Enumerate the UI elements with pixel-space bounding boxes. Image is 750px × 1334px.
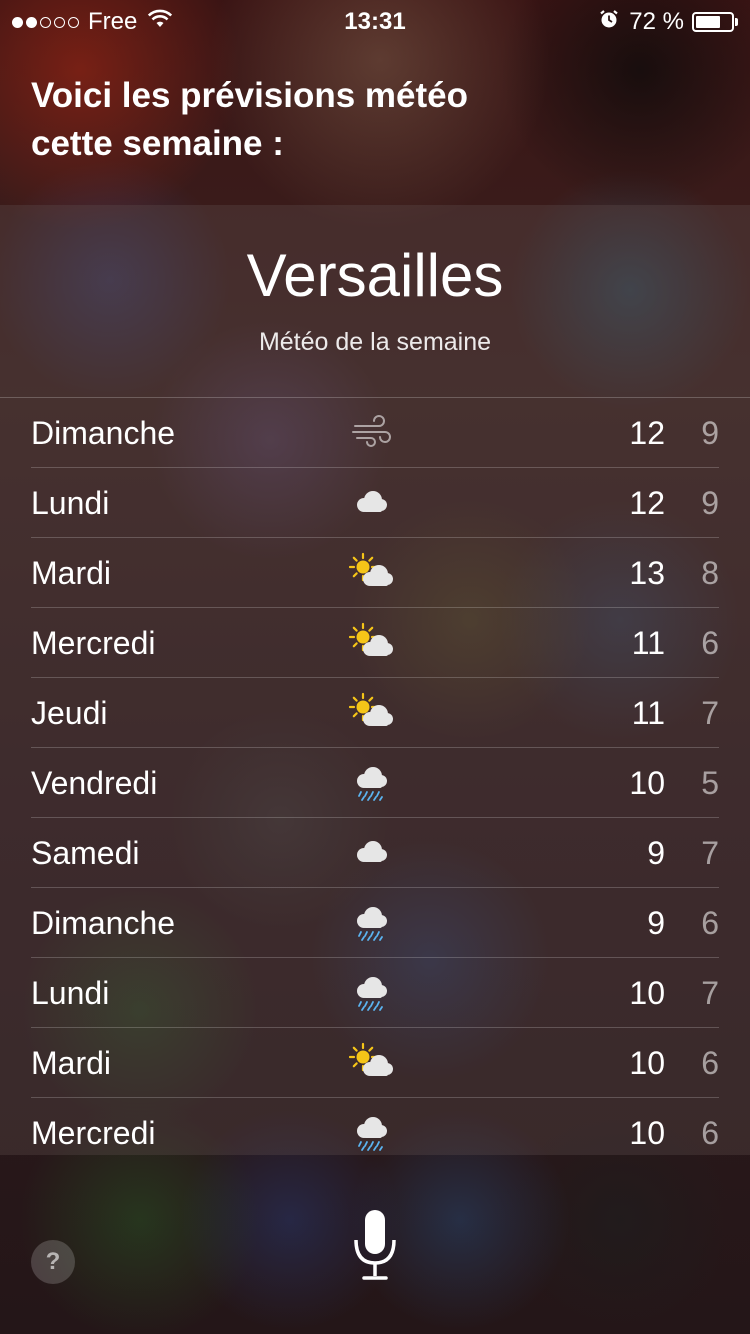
high-temperature: 10 [629, 1045, 665, 1081]
battery-tip [735, 18, 738, 26]
siri-response-line: cette semaine : [31, 124, 284, 163]
microphone-icon [354, 1210, 396, 1280]
cloud-icon [349, 482, 397, 522]
forecast-row: Mercredi 11 6 [31, 608, 719, 678]
high-temperature: 10 [629, 1115, 665, 1151]
day-name: Mardi [31, 555, 112, 591]
city-name: Versailles [246, 242, 504, 309]
day-name: Mercredi [31, 625, 156, 661]
battery-icon [692, 12, 734, 32]
forecast-row: Samedi 97 [31, 818, 719, 888]
forecast-row: Lundi 10 7 [31, 958, 719, 1028]
low-temperature: 6 [701, 1115, 719, 1151]
high-temperature: 10 [629, 765, 665, 801]
siri-response-line: Voici les prévisions météo [31, 76, 469, 115]
partly-sunny-icon [348, 692, 397, 732]
day-name: Vendredi [31, 765, 158, 801]
high-temperature: 11 [631, 625, 665, 661]
siri-response: Voici les prévisions météo cette semaine… [31, 72, 711, 168]
forecast-row: Dimanche 96 [31, 888, 719, 958]
low-temperature: 9 [701, 415, 719, 451]
battery-percentage: 72 % [629, 8, 684, 35]
low-temperature: 6 [701, 1045, 719, 1081]
high-temperature: 11 [631, 695, 665, 731]
battery-level [696, 16, 721, 28]
partly-sunny-icon [348, 552, 397, 592]
low-temperature: 7 [701, 695, 719, 731]
status-right: 72 % [599, 8, 738, 36]
rain-icon [349, 1112, 397, 1152]
weather-subtitle: Météo de la semaine [258, 328, 492, 356]
day-name: Mardi [31, 1045, 112, 1081]
day-name: Samedi [31, 835, 140, 871]
status-bar: Free 13:31 72 % [0, 0, 750, 40]
rain-icon [349, 972, 397, 1012]
cloud-icon [349, 832, 397, 872]
day-name: Lundi [31, 485, 110, 521]
low-temperature: 6 [701, 905, 719, 941]
day-name: Mercredi [31, 1115, 156, 1151]
high-temperature: 12 [629, 485, 665, 521]
low-temperature: 8 [701, 555, 719, 591]
alarm-icon [599, 8, 619, 36]
forecast-row: Vendredi 10 5 [31, 748, 719, 818]
forecast-row: Mardi 13 8 [31, 538, 719, 608]
low-temperature: 7 [701, 835, 719, 871]
forecast-row: Jeudi 11 7 [31, 678, 719, 748]
partly-sunny-icon [348, 1042, 397, 1082]
weather-card[interactable]: Versailles Météo de la semaine Dimanche … [0, 205, 750, 1155]
forecast-row: Lundi 12 9 [31, 468, 719, 538]
low-temperature: 9 [701, 485, 719, 521]
high-temperature: 9 [647, 835, 665, 871]
day-name: Dimanche [31, 905, 176, 941]
forecast-list: Dimanche 12 9 Lundi 12 9 Mardi 13 8 Mercredi 1… [0, 398, 750, 1155]
high-temperature: 13 [629, 555, 665, 591]
high-temperature: 9 [647, 905, 665, 941]
low-temperature: 5 [701, 765, 719, 801]
rain-icon [349, 902, 397, 942]
low-temperature: 7 [701, 975, 719, 1011]
high-temperature: 12 [629, 415, 665, 451]
day-name: Jeudi [31, 695, 108, 731]
high-temperature: 10 [629, 975, 665, 1011]
partly-sunny-icon [348, 622, 397, 662]
help-button[interactable]: ? [31, 1240, 75, 1284]
day-name: Lundi [31, 975, 110, 1011]
microphone-button[interactable] [352, 1208, 398, 1282]
low-temperature: 6 [701, 625, 719, 661]
forecast-row: Mercredi 10 6 [31, 1098, 719, 1155]
forecast-row: Dimanche 12 9 [31, 398, 719, 468]
rain-icon [349, 762, 397, 802]
day-name: Dimanche [31, 415, 176, 451]
forecast-row: Mardi 10 6 [31, 1028, 719, 1098]
wind-icon [349, 412, 397, 452]
